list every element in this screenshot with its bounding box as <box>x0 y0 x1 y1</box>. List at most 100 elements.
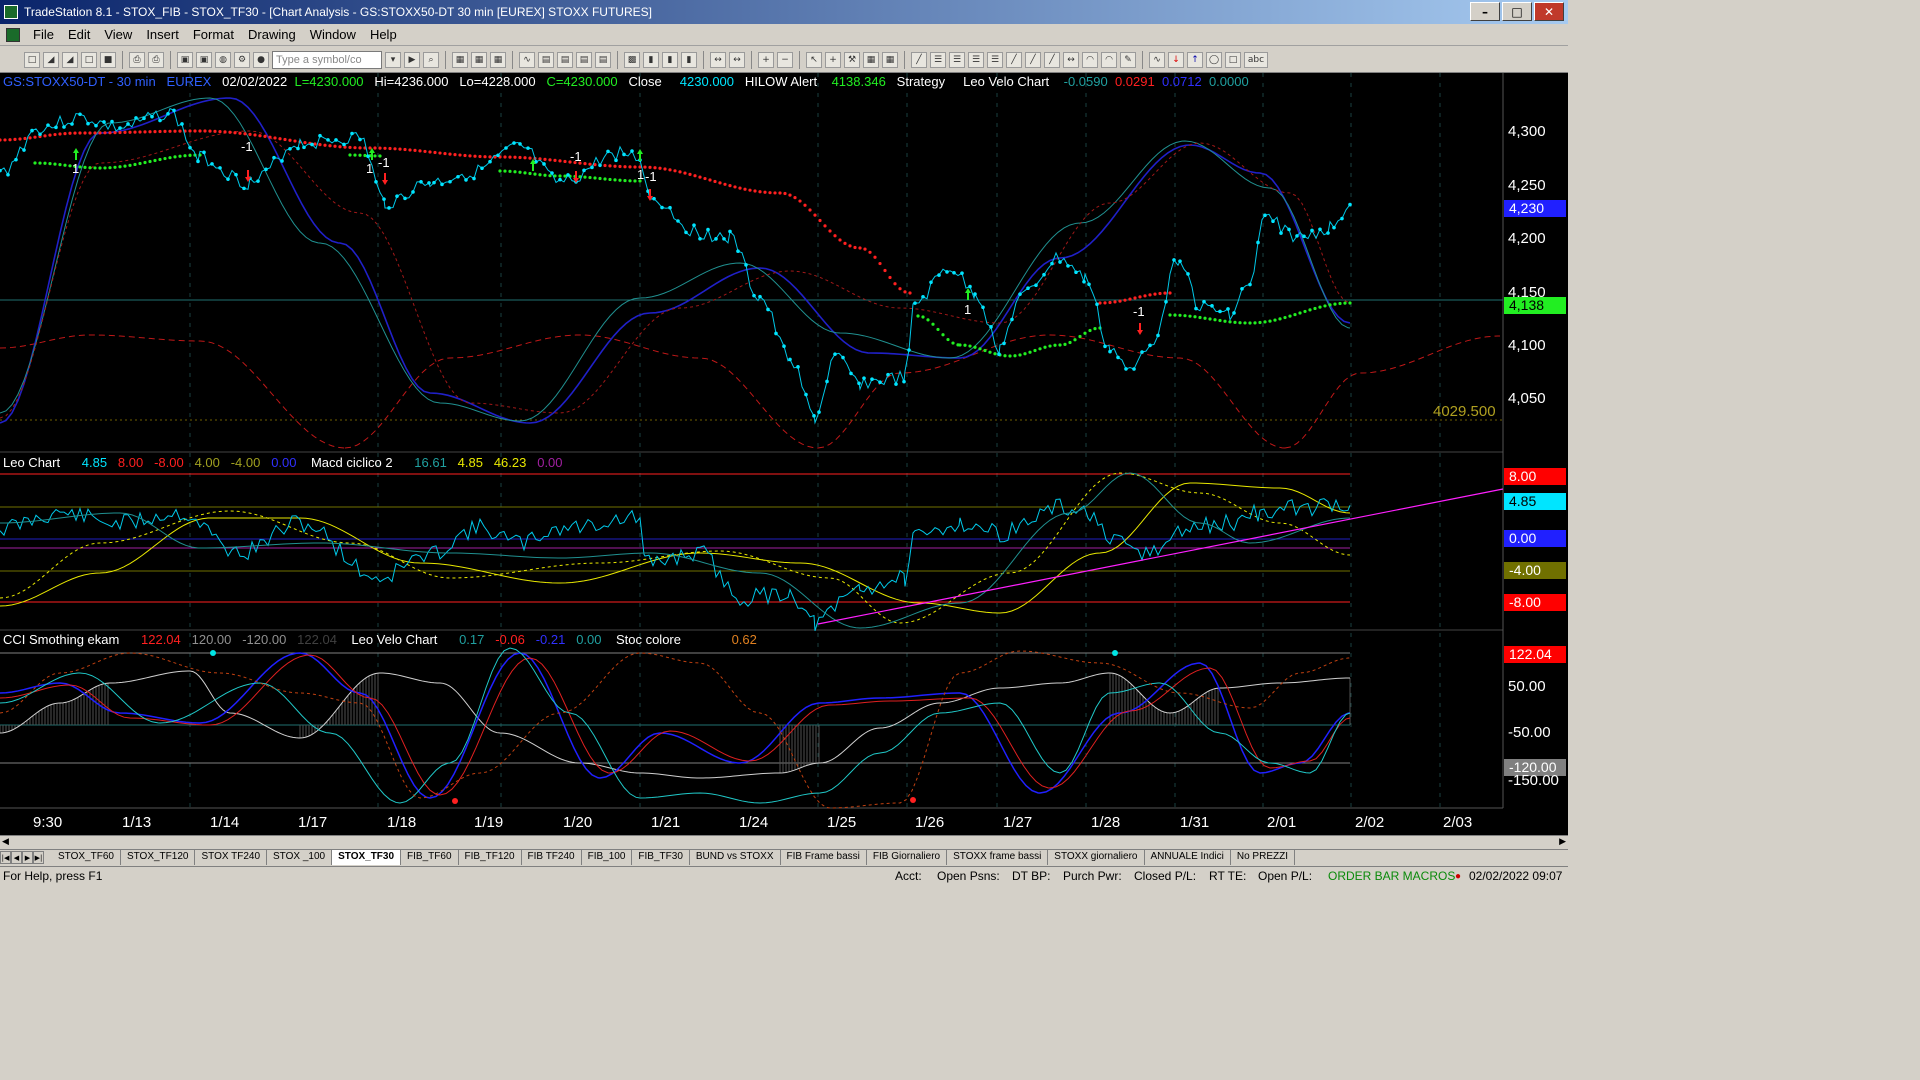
hilow-support-dot <box>1203 316 1207 320</box>
tab-fib-100[interactable]: FIB_100 <box>582 850 633 865</box>
tab-first-icon[interactable]: |◀ <box>0 851 11 864</box>
tab-stox-tf60[interactable]: STOX_TF60 <box>52 850 121 865</box>
save-icon[interactable]: ■ <box>100 51 116 68</box>
chart-area[interactable]: GS:STOXX50-DT - 30 min EUREX 02/02/2022 … <box>0 73 1568 835</box>
horizontal-line-icon[interactable]: ☰ <box>930 51 946 68</box>
chart-style-icon[interactable]: ▩ <box>624 51 640 68</box>
data-window-icon[interactable]: ▦ <box>490 51 506 68</box>
menu-file[interactable]: File <box>26 25 61 45</box>
tab-fib-frame-bassi[interactable]: FIB Frame bassi <box>781 850 867 865</box>
window-tile-icon[interactable]: ▣ <box>196 51 212 68</box>
new-icon[interactable]: □ <box>24 51 40 68</box>
tab-annuale-indici[interactable]: ANNUALE Indici <box>1145 850 1231 865</box>
tools-icon[interactable]: ⚙ <box>234 51 250 68</box>
chart-window-icon[interactable] <box>6 27 20 42</box>
line-chart-icon[interactable]: ▮ <box>681 51 697 68</box>
symbol-dropdown-icon[interactable]: ▾ <box>385 51 401 68</box>
tab-no-prezzi[interactable]: No PREZZI <box>1231 850 1295 865</box>
window-icon[interactable]: ▣ <box>177 51 193 68</box>
go-icon[interactable]: ▶ <box>404 51 420 68</box>
status-open-pl: Open P/L: <box>1258 869 1313 883</box>
ellipse-icon[interactable]: ◯ <box>1206 51 1222 68</box>
print-icon[interactable]: ⎙ <box>129 51 145 68</box>
hilow-resistance-dot <box>283 137 287 142</box>
horizontal-arrows-icon[interactable]: ↔ <box>1063 51 1079 68</box>
tab-stox-100[interactable]: STOX _100 <box>267 850 333 865</box>
menu-insert[interactable]: Insert <box>139 25 186 45</box>
zoom-out-icon[interactable]: − <box>777 51 793 68</box>
tab-fib-tf240[interactable]: FIB TF240 <box>522 850 582 865</box>
tab-fib-tf30[interactable]: FIB_TF30 <box>632 850 690 865</box>
chart-canvas[interactable] <box>0 73 1568 835</box>
arc-icon[interactable]: ◠ <box>1082 51 1098 68</box>
tab-stoxx-giornaliero[interactable]: STOXX giornaliero <box>1048 850 1145 865</box>
vertical-line-icon[interactable]: ☰ <box>949 51 965 68</box>
fib-icon[interactable]: ☰ <box>987 51 1003 68</box>
compress-bars-icon[interactable]: ↔ <box>710 51 726 68</box>
lock-icon[interactable]: ◍ <box>215 51 231 68</box>
zoom-in-icon[interactable]: + <box>758 51 774 68</box>
pen-icon[interactable]: ✎ <box>1120 51 1136 68</box>
macro-icon[interactable]: ● <box>253 51 269 68</box>
speed-lines-icon[interactable]: ◠ <box>1101 51 1117 68</box>
minimize-button[interactable]: – <box>1470 2 1500 21</box>
menu-view[interactable]: View <box>97 25 139 45</box>
tab-last-icon[interactable]: ▶| <box>33 851 44 864</box>
text-icon[interactable]: ☰ <box>968 51 984 68</box>
insert-analysis-icon[interactable]: ▤ <box>557 51 573 68</box>
tab-fib-tf60[interactable]: FIB_TF60 <box>401 850 459 865</box>
text-label-icon[interactable]: abc <box>1244 51 1268 68</box>
pointer-icon[interactable]: ↖ <box>806 51 822 68</box>
open-workspace-icon[interactable]: ◢ <box>62 51 78 68</box>
price-tick: 4,100 <box>1508 337 1546 354</box>
indicator-icon[interactable]: ∿ <box>519 51 535 68</box>
regression-icon[interactable]: ╱ <box>1025 51 1041 68</box>
scroll-right-icon[interactable]: ▶ <box>1559 836 1566 847</box>
show-icon[interactable]: ▤ <box>595 51 611 68</box>
format-analysis-icon[interactable]: ▦ <box>471 51 487 68</box>
tab-stox-tf240[interactable]: STOX TF240 <box>195 850 268 865</box>
order-icon[interactable]: ▦ <box>863 51 879 68</box>
scroll-left-icon[interactable]: ◀ <box>2 836 9 847</box>
close-button[interactable]: ✕ <box>1534 2 1564 21</box>
tab-stoxx-frame-bassi[interactable]: STOXX frame bassi <box>947 850 1049 865</box>
crosshair-icon[interactable]: + <box>825 51 841 68</box>
format-symbol-icon[interactable]: ▦ <box>452 51 468 68</box>
trendline-icon[interactable]: ╱ <box>911 51 927 68</box>
menu-drawing[interactable]: Drawing <box>241 25 303 45</box>
print-preview-icon[interactable]: ⎙ <box>148 51 164 68</box>
candle-chart-icon[interactable]: ▮ <box>662 51 678 68</box>
tab-stox-tf120[interactable]: STOX_TF120 <box>121 850 196 865</box>
expand-bars-icon[interactable]: ↔ <box>729 51 745 68</box>
tab-fib-giornaliero[interactable]: FIB Giornaliero <box>867 850 948 865</box>
maximize-button[interactable]: □ <box>1502 2 1532 21</box>
open-icon[interactable]: ◢ <box>43 51 59 68</box>
tab-stox-tf30[interactable]: STOX_TF30 <box>332 850 402 865</box>
sell-arrow-icon <box>382 180 388 185</box>
alert-icon[interactable]: ▦ <box>882 51 898 68</box>
up-arrow-icon[interactable]: ↑ <box>1187 51 1203 68</box>
channel-icon[interactable]: ╱ <box>1006 51 1022 68</box>
tab-next-icon[interactable]: ▶ <box>22 851 33 864</box>
tab-fib-tf120[interactable]: FIB_TF120 <box>459 850 522 865</box>
menu-window[interactable]: Window <box>303 25 363 45</box>
symbol-lookup-icon[interactable]: ⌕ <box>423 51 439 68</box>
curve-icon[interactable]: ∿ <box>1149 51 1165 68</box>
hilow-resistance-dot <box>508 155 512 159</box>
hide-icon[interactable]: ▤ <box>576 51 592 68</box>
horizontal-scrollbar[interactable]: ◀ ▶ <box>0 835 1568 849</box>
menu-help[interactable]: Help <box>363 25 404 45</box>
down-arrow-icon[interactable]: ↓ <box>1168 51 1184 68</box>
symbol-input[interactable]: Type a symbol/co <box>272 50 382 69</box>
hammer-icon[interactable]: ⚒ <box>844 51 860 68</box>
rectangle-icon[interactable]: □ <box>1225 51 1241 68</box>
tab-prev-icon[interactable]: ◀ <box>11 851 22 864</box>
andrews-icon[interactable]: ╱ <box>1044 51 1060 68</box>
menu-format[interactable]: Format <box>186 25 241 45</box>
strategy-icon[interactable]: ▤ <box>538 51 554 68</box>
bar-chart-icon[interactable]: ▮ <box>643 51 659 68</box>
menu-edit[interactable]: Edit <box>61 25 97 45</box>
new-workspace-icon[interactable]: □ <box>81 51 97 68</box>
tab-bund-vs-stoxx[interactable]: BUND vs STOXX <box>690 850 781 865</box>
status-macros[interactable]: ORDER BAR MACROS <box>1328 869 1455 883</box>
